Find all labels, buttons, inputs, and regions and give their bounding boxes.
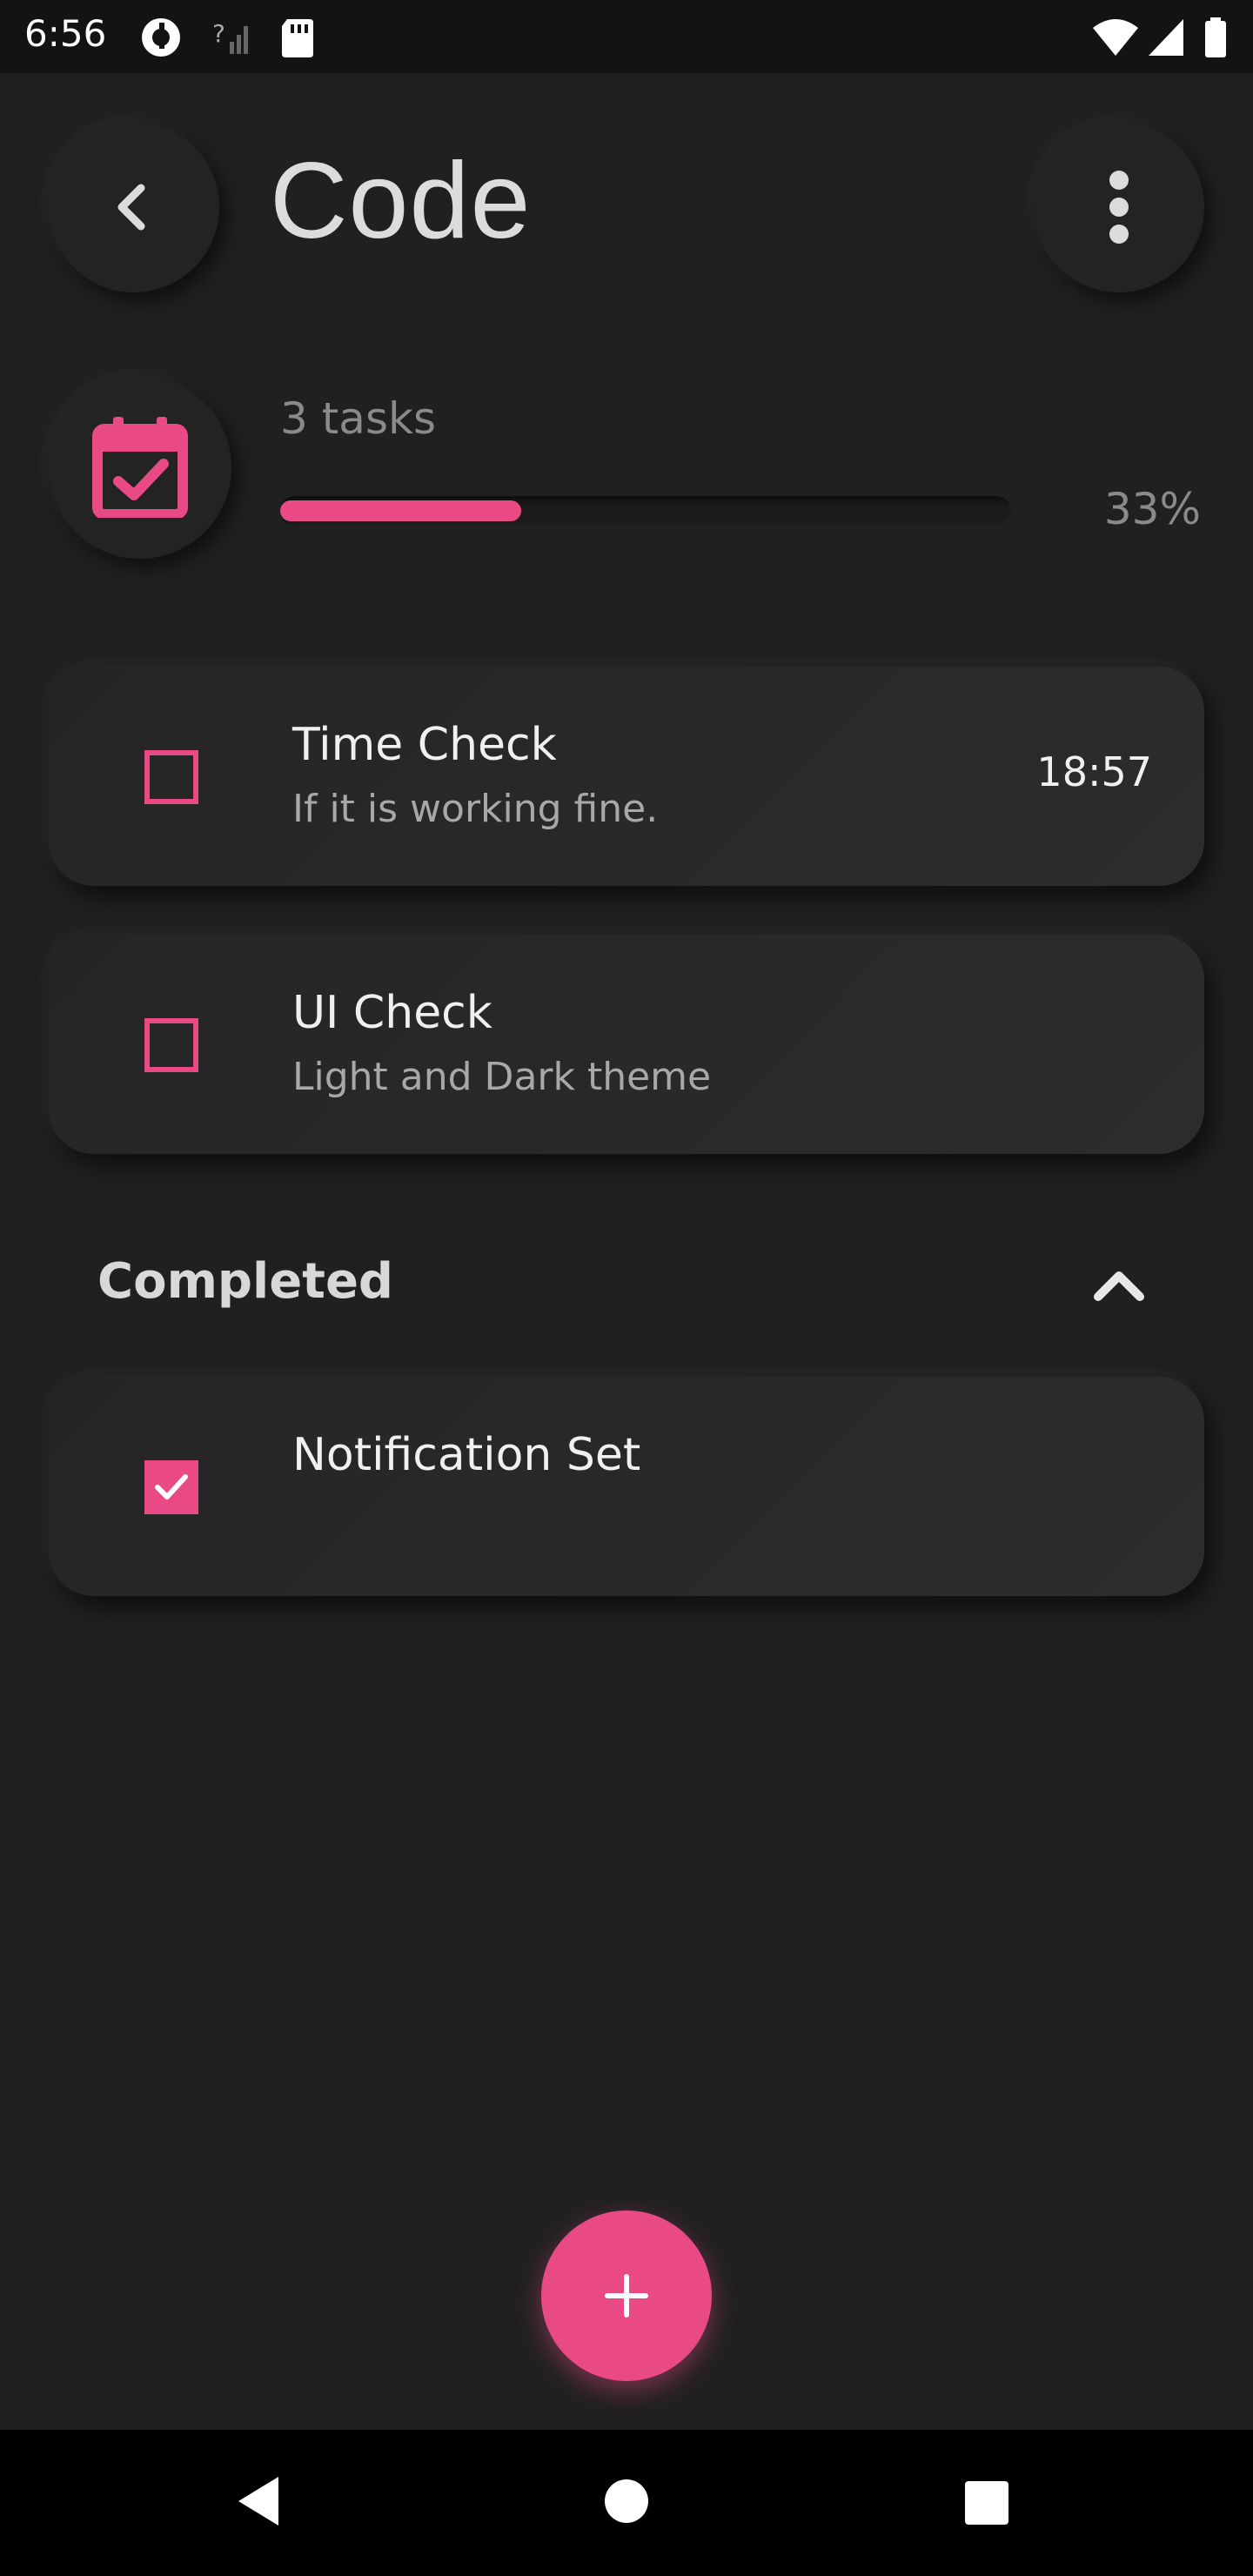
more-options-button[interactable] bbox=[1034, 122, 1204, 292]
chevron-up-icon[interactable] bbox=[1091, 1264, 1147, 1307]
sd-card-icon bbox=[282, 19, 313, 57]
progress-bar bbox=[280, 496, 1011, 526]
completed-task-card[interactable]: Notification Set bbox=[49, 1377, 1204, 1596]
task-subtitle: If it is working fine. bbox=[292, 787, 659, 831]
cell-signal-icon bbox=[1149, 19, 1183, 56]
task-card[interactable]: UI Check Light and Dark theme bbox=[49, 935, 1204, 1154]
task-subtitle: Light and Dark theme bbox=[292, 1055, 712, 1099]
progress-bar-fill bbox=[280, 500, 521, 521]
nav-home-icon[interactable] bbox=[604, 2479, 649, 2524]
task-checkbox[interactable] bbox=[144, 750, 198, 804]
status-bar: 6:56 ? bbox=[0, 0, 1253, 73]
add-task-button[interactable] bbox=[541, 2210, 712, 2381]
completed-section-title: Completed bbox=[97, 1253, 394, 1310]
nav-recents-icon[interactable] bbox=[964, 2480, 1009, 2526]
task-count: 3 tasks bbox=[280, 393, 437, 444]
task-title: Notification Set bbox=[292, 1429, 641, 1481]
task-time: 18:57 bbox=[1036, 748, 1152, 795]
task-card[interactable]: Time Check If it is working fine. 18:57 bbox=[49, 667, 1204, 886]
svg-text:?: ? bbox=[212, 19, 225, 48]
system-navigation-bar bbox=[0, 2430, 1253, 2576]
nav-back-icon[interactable] bbox=[235, 2473, 287, 2529]
app-notification-icon bbox=[142, 18, 180, 57]
chevron-left-icon bbox=[117, 184, 145, 231]
battery-icon bbox=[1205, 17, 1226, 57]
task-title: UI Check bbox=[292, 987, 492, 1039]
no-signal-icon: ? bbox=[212, 19, 248, 54]
wifi-icon bbox=[1093, 19, 1138, 56]
page-title: Code bbox=[270, 141, 532, 261]
category-icon-badge bbox=[49, 376, 231, 559]
progress-percent: 33% bbox=[1103, 484, 1201, 534]
task-checkbox[interactable] bbox=[144, 1018, 198, 1072]
task-title: Time Check bbox=[292, 719, 557, 771]
status-time: 6:56 bbox=[24, 12, 107, 55]
check-icon bbox=[155, 1474, 188, 1499]
calendar-check-icon bbox=[92, 417, 188, 518]
back-button[interactable] bbox=[49, 122, 219, 292]
task-checkbox-checked[interactable] bbox=[144, 1460, 198, 1514]
more-vertical-icon bbox=[1109, 171, 1129, 244]
plus-icon bbox=[605, 2274, 648, 2318]
